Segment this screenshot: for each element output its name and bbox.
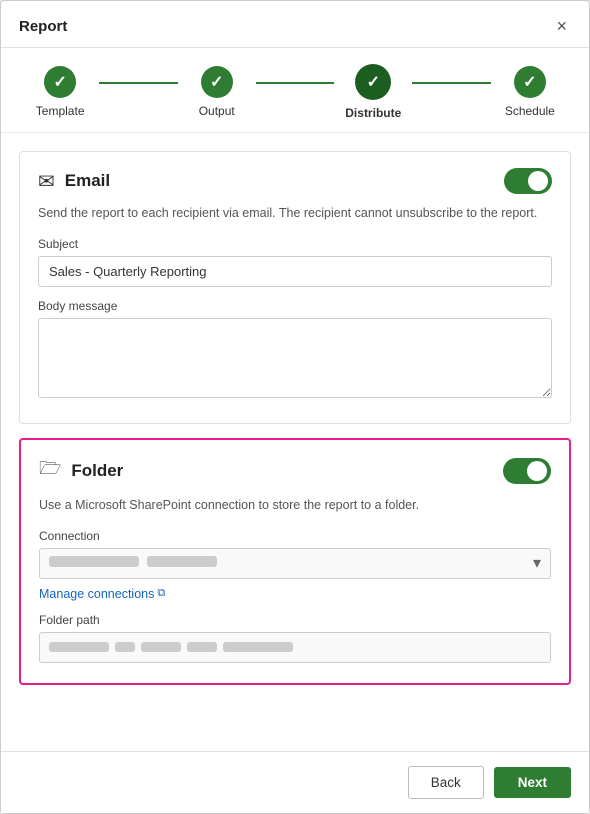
manage-connections-text: Manage connections (39, 587, 154, 601)
email-title-group: ✉ Email (38, 169, 110, 194)
content-area: ✉ Email Send the report to each recipien… (1, 133, 589, 751)
email-icon: ✉ (38, 169, 55, 194)
step-schedule-circle: ✓ (514, 66, 546, 98)
step-line-2 (256, 82, 334, 84)
folder-icon: 🗁 (39, 456, 61, 486)
connection-field: Connection (39, 529, 551, 579)
step-distribute-circle: ✓ (355, 64, 391, 100)
manage-connections-link[interactable]: Manage connections ⧉ (39, 587, 165, 601)
back-button[interactable]: Back (408, 766, 484, 799)
folder-description: Use a Microsoft SharePoint connection to… (39, 496, 551, 515)
folder-card-title: Folder (71, 461, 123, 481)
step-distribute-label: Distribute (345, 106, 401, 120)
dialog-title: Report (19, 18, 67, 35)
email-card: ✉ Email Send the report to each recipien… (19, 151, 571, 424)
dialog-header: Report × (1, 1, 589, 48)
folder-path-wrapper (39, 632, 551, 663)
email-description: Send the report to each recipient via em… (38, 204, 552, 223)
email-card-header: ✉ Email (38, 168, 552, 194)
dialog-footer: Back Next (1, 751, 589, 813)
folder-title-group: 🗁 Folder (39, 456, 123, 486)
folder-toggle[interactable] (503, 458, 551, 484)
step-output-label: Output (199, 104, 235, 118)
step-output-check: ✓ (210, 72, 223, 92)
subject-label: Subject (38, 237, 552, 251)
next-button[interactable]: Next (494, 767, 571, 798)
folder-card: 🗁 Folder Use a Microsoft SharePoint conn… (19, 438, 571, 685)
connection-label: Connection (39, 529, 551, 543)
step-template[interactable]: ✓ Template (21, 66, 99, 118)
step-schedule[interactable]: ✓ Schedule (491, 66, 569, 118)
email-card-title: Email (65, 171, 110, 191)
email-toggle[interactable] (504, 168, 552, 194)
step-distribute[interactable]: ✓ Distribute (334, 64, 412, 120)
step-schedule-label: Schedule (505, 104, 555, 118)
connection-select[interactable] (39, 548, 551, 579)
step-output-circle: ✓ (201, 66, 233, 98)
step-template-check: ✓ (53, 72, 66, 92)
folder-path-label: Folder path (39, 613, 551, 627)
report-dialog: Report × ✓ Template ✓ Output ✓ Distribut… (0, 0, 590, 814)
folder-path-field: Folder path (39, 613, 551, 663)
bottom-spacer (19, 699, 571, 713)
body-textarea[interactable] (38, 318, 552, 398)
step-line-3 (412, 82, 490, 84)
wizard-steps: ✓ Template ✓ Output ✓ Distribute ✓ Sched… (1, 48, 589, 133)
step-distribute-check: ✓ (367, 72, 380, 92)
step-output[interactable]: ✓ Output (178, 66, 256, 118)
body-label: Body message (38, 299, 552, 313)
subject-input[interactable] (38, 256, 552, 287)
step-template-label: Template (36, 104, 85, 118)
close-button[interactable]: × (552, 15, 571, 37)
folder-card-header: 🗁 Folder (39, 456, 551, 486)
external-link-icon: ⧉ (157, 587, 165, 600)
connection-select-wrapper (39, 548, 551, 579)
step-schedule-check: ✓ (523, 72, 536, 92)
step-template-circle: ✓ (44, 66, 76, 98)
folder-path-input[interactable] (39, 632, 551, 663)
email-body-field: Body message (38, 299, 552, 403)
step-line-1 (99, 82, 177, 84)
email-subject-field: Subject (38, 237, 552, 287)
